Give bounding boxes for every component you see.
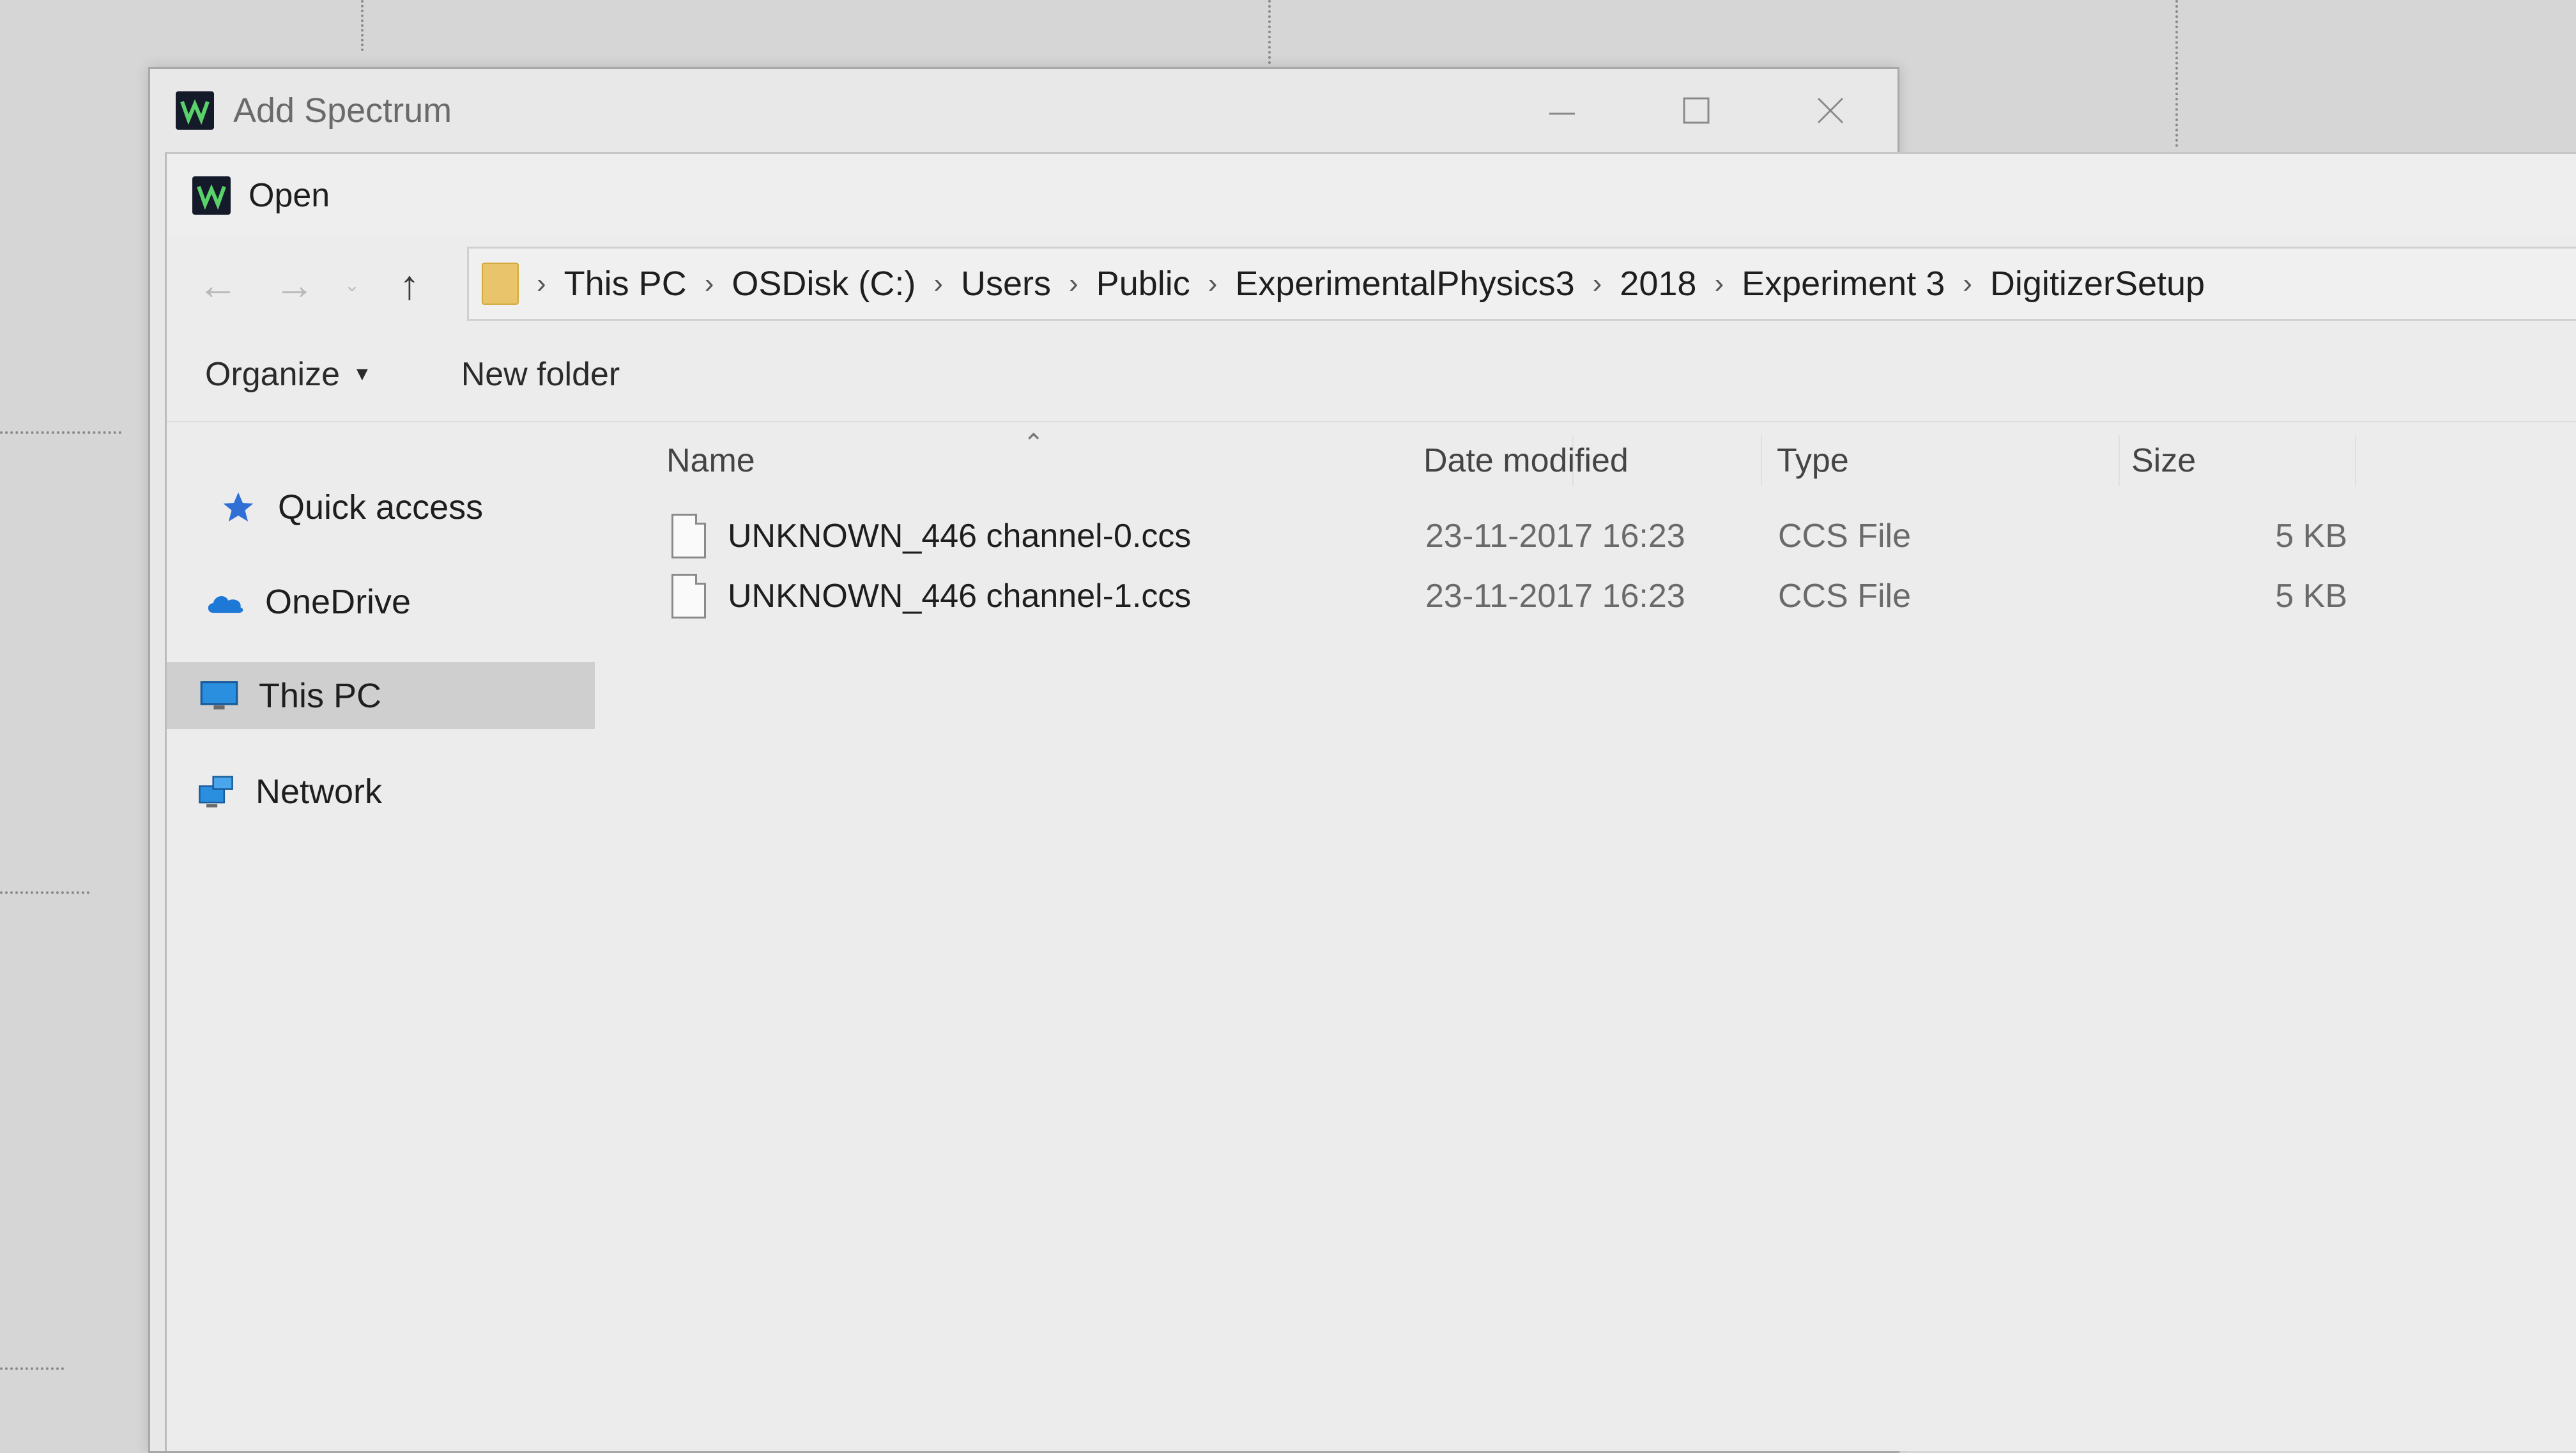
column-header-size[interactable]: Size <box>2131 422 2349 499</box>
file-type: CCS File <box>1778 518 1912 555</box>
column-separator[interactable] <box>2119 435 2120 486</box>
file-list: ⌃ Name Date modified Type Size UNKNOWN_4… <box>652 422 2576 1451</box>
address-bar[interactable]: › This PC › OSDisk (C:) › Users › Public… <box>467 247 2576 321</box>
file-icon <box>671 574 706 619</box>
app-icon <box>176 91 214 130</box>
breadcrumb-users[interactable]: Users <box>961 264 1051 304</box>
background-dotted-line <box>0 431 121 434</box>
organize-button[interactable]: Organize ▼ <box>205 355 372 394</box>
file-size: 5 KB <box>2275 518 2347 555</box>
column-header-name[interactable]: Name <box>666 422 1414 499</box>
new-folder-button[interactable]: New folder <box>461 355 620 394</box>
app-icon <box>192 176 231 215</box>
sidebar-item-label: Network <box>256 772 383 811</box>
sidebar-item-network[interactable]: Network <box>167 758 595 825</box>
breadcrumb-2018[interactable]: 2018 <box>1620 264 1696 304</box>
dialog-title: Open <box>249 177 330 214</box>
window-title: Add Spectrum <box>233 91 452 130</box>
forward-button[interactable]: → <box>256 253 333 317</box>
breadcrumb-digitizersetup[interactable]: DigitizerSetup <box>1990 264 2205 304</box>
column-header-label: Date modified <box>1423 442 1629 479</box>
cloud-icon <box>205 584 246 620</box>
close-icon <box>1817 97 1844 124</box>
chevron-right-icon[interactable]: › <box>1963 268 1972 300</box>
chevron-right-icon[interactable]: › <box>933 268 943 300</box>
chevron-right-icon: › <box>537 268 546 299</box>
navigation-pane: Quick access OneDrive This PC Network <box>167 422 601 1451</box>
star-icon <box>218 489 259 525</box>
file-date-cell: 23-11-2017 16:23 <box>1425 507 1685 565</box>
file-name-cell: UNKNOWN_446 channel-0.ccs <box>671 507 1191 565</box>
file-type-cell: CCS File <box>1778 507 1911 565</box>
open-dialog-titlebar: Open <box>167 154 2576 237</box>
back-button[interactable]: ← <box>180 253 256 317</box>
file-type-cell: CCS File <box>1778 567 1911 626</box>
folder-icon <box>482 263 519 305</box>
minimize-button[interactable] <box>1524 82 1600 139</box>
breadcrumb-this-pc[interactable]: This PC <box>564 264 687 304</box>
background-dotted-line <box>0 1367 64 1370</box>
arrow-right-icon: → <box>274 262 315 308</box>
up-button[interactable]: ↑ <box>371 253 448 317</box>
caret-down-icon: ▼ <box>353 364 372 385</box>
recent-locations-button[interactable]: ⌄ <box>333 253 371 317</box>
table-row[interactable]: UNKNOWN_446 channel-0.ccs 23-11-2017 16:… <box>652 507 2377 565</box>
column-separator[interactable] <box>2355 435 2356 486</box>
arrow-left-icon: ← <box>197 262 238 308</box>
file-date: 23-11-2017 16:23 <box>1425 518 1685 555</box>
file-name: UNKNOWN_446 channel-1.ccs <box>728 578 1192 615</box>
file-name: UNKNOWN_446 channel-0.ccs <box>728 518 1192 555</box>
network-icon <box>195 774 236 810</box>
breadcrumb-public[interactable]: Public <box>1096 264 1190 304</box>
file-size-cell: 5 KB <box>2160 507 2347 565</box>
maximize-button[interactable] <box>1658 82 1735 139</box>
file-date: 23-11-2017 16:23 <box>1425 578 1685 615</box>
file-date-cell: 23-11-2017 16:23 <box>1425 567 1685 626</box>
breadcrumb-experimentalphysics3[interactable]: ExperimentalPhysics3 <box>1235 264 1574 304</box>
file-size: 5 KB <box>2275 578 2347 615</box>
maximize-icon <box>1683 97 1710 124</box>
column-header-label: Size <box>2131 442 2196 479</box>
column-header-label: Type <box>1777 442 1849 479</box>
sidebar-item-quick-access[interactable]: Quick access <box>167 473 595 541</box>
chevron-right-icon[interactable]: › <box>1208 268 1218 300</box>
monitor-icon <box>199 678 240 714</box>
chevron-right-icon[interactable]: › <box>1593 268 1602 300</box>
sidebar-item-label: OneDrive <box>265 582 411 621</box>
address-row: ← → ⌄ ↑ › This PC › OSDisk (C:) › Users … <box>167 247 2576 323</box>
organize-label: Organize <box>205 356 340 393</box>
background-dotted-line <box>0 891 89 894</box>
chevron-right-icon[interactable]: › <box>1714 268 1724 300</box>
column-header-type[interactable]: Type <box>1777 422 2109 499</box>
close-button[interactable] <box>1792 82 1869 139</box>
minimize-icon <box>1549 112 1575 115</box>
column-header-label: Name <box>666 442 755 479</box>
chevron-right-icon[interactable]: › <box>705 268 714 300</box>
command-bar: Organize ▼ New folder <box>167 339 2576 410</box>
background-dotted-line <box>2175 0 2178 147</box>
arrow-up-icon: ↑ <box>399 262 420 308</box>
file-name-cell: UNKNOWN_446 channel-1.ccs <box>671 567 1191 626</box>
column-separator[interactable] <box>1761 435 1762 486</box>
sidebar-item-label: This PC <box>259 676 382 715</box>
column-header-date[interactable]: Date modified <box>1423 422 1756 499</box>
file-type: CCS File <box>1778 578 1912 615</box>
open-dialog: Open ← → ⌄ ↑ › This PC › OSDisk (C:) › U… <box>165 152 2576 1451</box>
sidebar-item-this-pc[interactable]: This PC <box>167 662 595 729</box>
new-folder-label: New folder <box>461 356 620 393</box>
chevron-down-icon: ⌄ <box>344 274 360 296</box>
file-icon <box>671 514 706 558</box>
add-spectrum-titlebar: Add Spectrum <box>150 69 1897 152</box>
breadcrumb-experiment-3[interactable]: Experiment 3 <box>1742 264 1945 304</box>
chevron-right-icon[interactable]: › <box>1069 268 1078 300</box>
background-dotted-line <box>1268 0 1271 64</box>
file-size-cell: 5 KB <box>2160 567 2347 626</box>
background-dotted-line <box>361 0 364 51</box>
sidebar-item-label: Quick access <box>278 488 484 527</box>
breadcrumb-osdisk[interactable]: OSDisk (C:) <box>732 264 916 304</box>
sidebar-item-onedrive[interactable]: OneDrive <box>167 568 595 635</box>
table-row[interactable]: UNKNOWN_446 channel-1.ccs 23-11-2017 16:… <box>652 567 2377 626</box>
